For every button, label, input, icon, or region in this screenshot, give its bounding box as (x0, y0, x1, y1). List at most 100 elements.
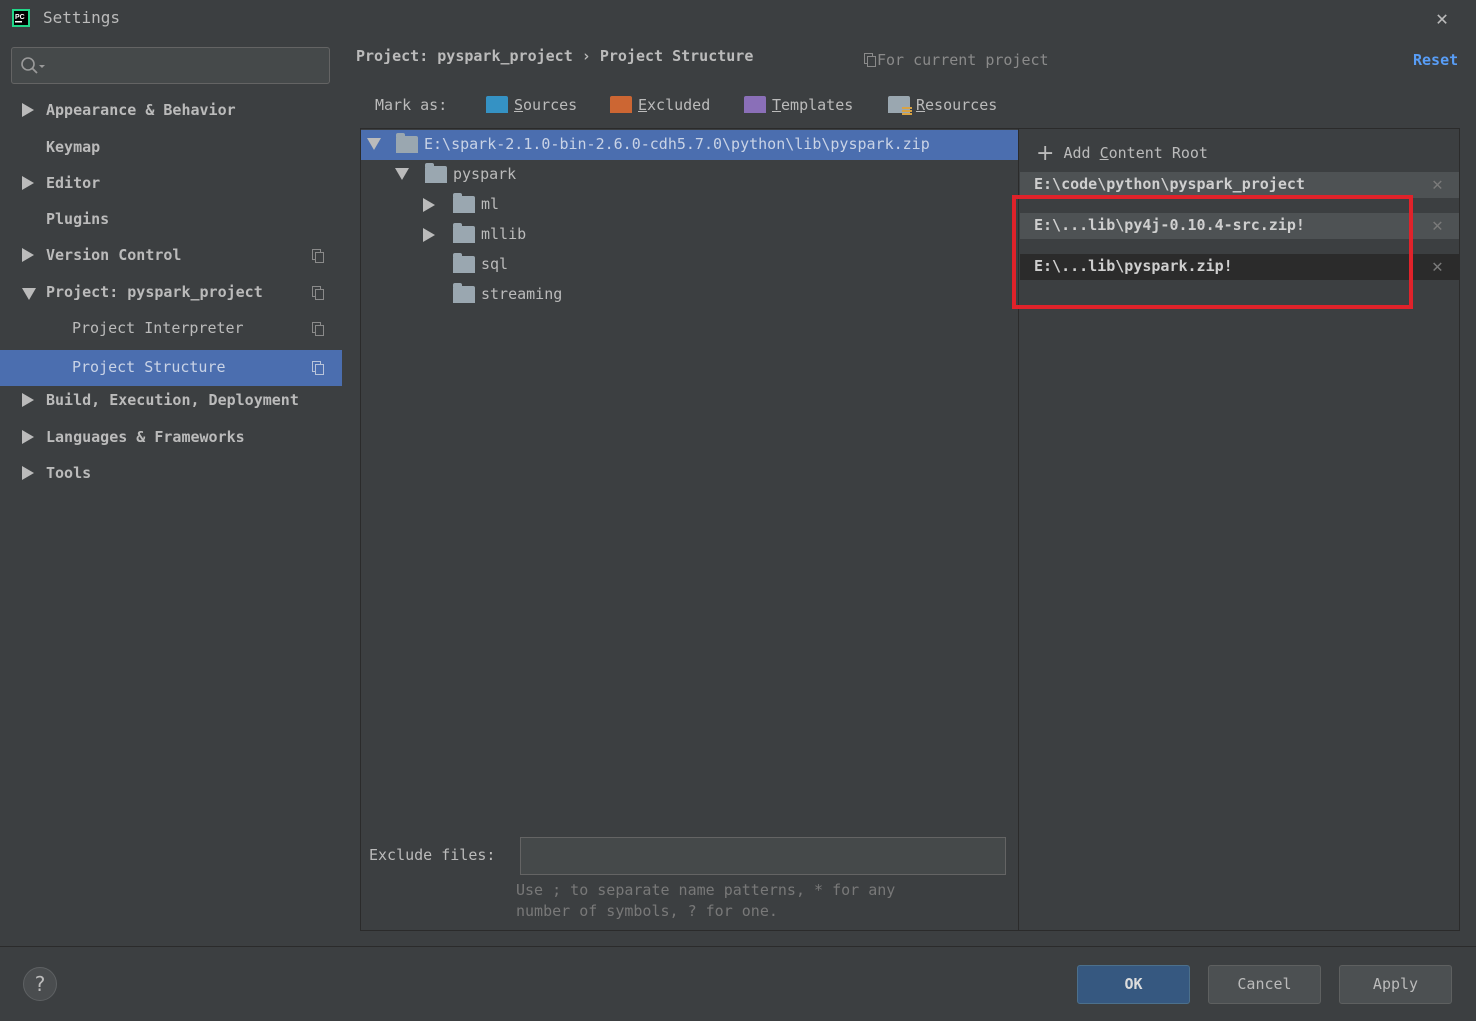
sidebar-item-label: Tools (46, 464, 92, 482)
help-button[interactable]: ? (23, 967, 57, 1001)
tree-node-sql[interactable]: sql (361, 250, 1018, 280)
sidebar-item-version-control[interactable]: Version Control (0, 238, 342, 274)
folder-icon (453, 283, 475, 303)
scope-indicator: For current project (863, 51, 1049, 69)
expand-arrow-icon (22, 466, 34, 480)
project-scope-icon (312, 322, 324, 336)
mark-as-label: Mark as: (375, 96, 448, 114)
remove-root-icon[interactable]: ✕ (1432, 174, 1443, 195)
project-scope-icon (864, 53, 876, 67)
close-icon[interactable]: ✕ (1436, 6, 1448, 30)
pycharm-logo-icon: PC (12, 9, 30, 27)
exclude-hint: Use ; to separate name patterns, * for a… (516, 881, 896, 899)
project-scope-icon (312, 249, 324, 263)
button-label: emplates (781, 96, 854, 114)
tree-node-label: pyspark (453, 165, 517, 183)
tree-node-streaming[interactable]: streaming (361, 280, 1018, 310)
remove-root-icon[interactable]: ✕ (1432, 215, 1443, 236)
sidebar-item-label: Plugins (46, 210, 110, 228)
expand-arrow-icon (22, 103, 34, 117)
ok-button[interactable]: OK (1077, 965, 1190, 1004)
tree-node-root[interactable]: E:\spark-2.1.0-bin-2.6.0-cdh5.7.0\python… (361, 130, 1018, 160)
content-root-path: E:\code\python\pyspark_project (1034, 175, 1305, 193)
mark-excluded-button[interactable]: Excluded (610, 96, 710, 114)
sidebar-item-label: Version Control (46, 246, 182, 264)
folder-icon (453, 193, 475, 213)
sidebar-item-tools[interactable]: Tools (0, 456, 342, 492)
highlight-box (1012, 195, 1413, 309)
expand-arrow-icon (22, 248, 34, 262)
tree-node-pyspark[interactable]: pyspark (361, 160, 1018, 190)
scope-label: For current project (877, 51, 1049, 69)
collapse-arrow-icon (367, 138, 381, 150)
cancel-button[interactable]: Cancel (1208, 965, 1321, 1004)
tree-node-label: mllib (481, 225, 527, 243)
folder-icon (453, 253, 475, 273)
collapse-arrow-icon (395, 168, 409, 180)
apply-button[interactable]: Apply (1339, 965, 1452, 1004)
folder-icon (453, 223, 475, 243)
sidebar-item-plugins[interactable]: Plugins (0, 202, 342, 238)
templates-folder-icon (744, 96, 766, 113)
resources-folder-icon (888, 96, 912, 115)
expand-arrow-icon (22, 176, 34, 190)
button-label: esources (925, 96, 998, 114)
sidebar-item-keymap[interactable]: Keymap (0, 130, 342, 166)
reset-link[interactable]: Reset (1413, 51, 1458, 69)
mnemonic: E (638, 96, 648, 114)
tree-node-mllib[interactable]: mllib (361, 220, 1018, 250)
mnemonic: S (514, 96, 524, 114)
sidebar-item-label: Editor (46, 174, 101, 192)
button-label: ontent Root (1108, 144, 1208, 162)
button-label: xcluded (647, 96, 711, 114)
collapse-arrow-icon (22, 288, 36, 300)
expand-arrow-icon (22, 393, 34, 407)
sidebar-item-label: Project Interpreter (72, 319, 244, 337)
project-scope-icon (312, 286, 324, 300)
expand-arrow-icon (423, 198, 435, 212)
window-title: Settings (43, 8, 121, 27)
exclude-hint: number of symbols, ? for one. (516, 902, 778, 920)
remove-root-icon[interactable]: ✕ (1432, 256, 1443, 277)
sidebar-item-label: Build, Execution, Deployment (46, 391, 299, 409)
sidebar-item-label: Project: pyspark_project (46, 283, 263, 301)
sidebar-item-build-execution-deployment[interactable]: Build, Execution, Deployment (0, 383, 342, 419)
mnemonic: T (772, 96, 782, 114)
folder-icon (396, 133, 418, 153)
tree-node-label: sql (481, 255, 509, 273)
sidebar-item-languages-frameworks[interactable]: Languages & Frameworks (0, 420, 342, 456)
button-label: ources (523, 96, 578, 114)
sources-folder-icon (486, 96, 508, 113)
mnemonic: C (1099, 144, 1109, 162)
sidebar-item-label: Appearance & Behavior (46, 101, 236, 119)
plus-icon: + (1036, 141, 1055, 166)
mark-resources-button[interactable]: Resources (888, 96, 998, 115)
add-content-root-button[interactable]: + Add Content Root (1036, 141, 1208, 166)
sidebar-item-label: Keymap (46, 138, 101, 156)
expand-arrow-icon (423, 228, 435, 242)
sidebar-item-project[interactable]: Project: pyspark_project (0, 275, 342, 311)
sidebar-item-project-structure[interactable]: Project Structure (0, 350, 342, 386)
search-input[interactable] (11, 47, 330, 84)
mark-sources-button[interactable]: Sources (486, 96, 577, 114)
mnemonic: R (916, 96, 926, 114)
exclude-files-input[interactable] (520, 837, 1006, 875)
title-bar (0, 0, 1476, 36)
breadcrumb: Project: pyspark_project › Project Struc… (356, 47, 754, 65)
expand-arrow-icon (22, 430, 34, 444)
search-icon (21, 57, 45, 74)
folder-icon (425, 163, 447, 183)
sidebar-item-editor[interactable]: Editor (0, 166, 342, 202)
tree-node-label: E:\spark-2.1.0-bin-2.6.0-cdh5.7.0\python… (424, 135, 930, 153)
button-label: Add (1063, 144, 1100, 162)
sidebar-item-label: Project Structure (72, 358, 226, 376)
sidebar-item-project-interpreter[interactable]: Project Interpreter (0, 311, 342, 347)
tree-node-label: streaming (481, 285, 563, 303)
sidebar-item-appearance-behavior[interactable]: Appearance & Behavior (0, 93, 342, 129)
tree-node-ml[interactable]: ml (361, 190, 1018, 220)
exclude-files-label: Exclude files: (369, 846, 496, 864)
mark-templates-button[interactable]: Templates (744, 96, 853, 114)
footer-divider (0, 946, 1476, 947)
excluded-folder-icon (610, 96, 632, 113)
sidebar-item-label: Languages & Frameworks (46, 428, 245, 446)
